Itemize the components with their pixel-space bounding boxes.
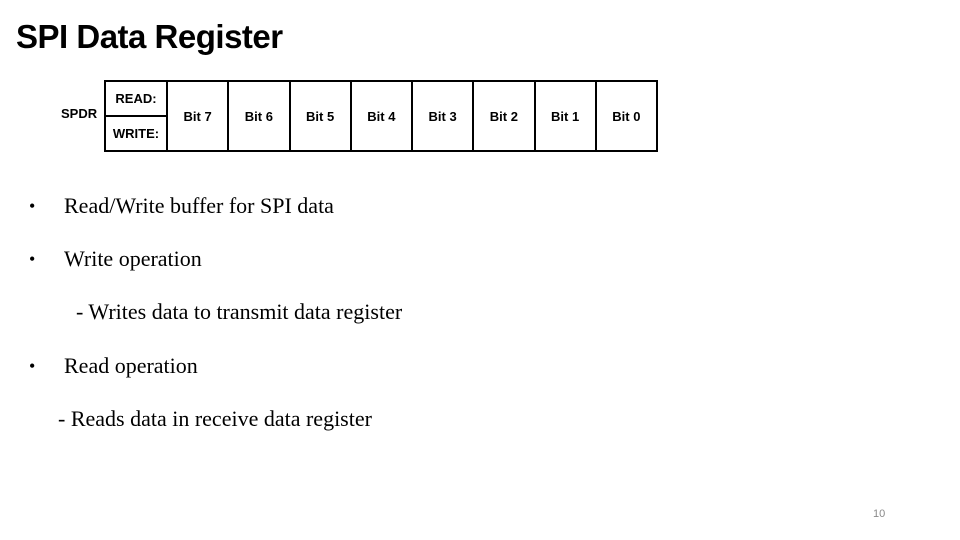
bullet-icon: • xyxy=(29,356,36,376)
bit-cell: Bit 3 xyxy=(413,82,475,150)
bullet-item: Write operation xyxy=(64,246,202,271)
read-write-cell: READ: WRITE: xyxy=(106,82,168,150)
bit-cell: Bit 4 xyxy=(352,82,413,150)
bit-cell: Bit 0 xyxy=(612,108,641,124)
bullet-item: Read/Write buffer for SPI data xyxy=(64,193,334,218)
bit-cell: Bit 1 xyxy=(536,82,597,150)
sub-item: - Reads data in receive data register xyxy=(58,406,372,431)
register-name: SPDR xyxy=(61,106,98,121)
slide-title: SPI Data Register xyxy=(16,18,283,55)
page-number: 10 xyxy=(873,508,886,520)
read-label: READ: xyxy=(106,82,166,117)
bit-cell: Bit 5 xyxy=(291,82,352,150)
bit-cell: Bit 6 xyxy=(229,82,291,150)
register-diagram: READ: WRITE: Bit 7 Bit 6 Bit 5 Bit 4 Bit… xyxy=(104,80,658,152)
sub-item: - Writes data to transmit data register xyxy=(76,299,403,324)
bit-cell: Bit 7 xyxy=(168,82,230,150)
bullet-icon: • xyxy=(29,196,36,216)
bullet-item: Read operation xyxy=(64,353,198,378)
write-label: WRITE: xyxy=(112,126,160,141)
bullet-icon: • xyxy=(29,249,36,269)
bit-cell: Bit 2 xyxy=(474,82,536,150)
